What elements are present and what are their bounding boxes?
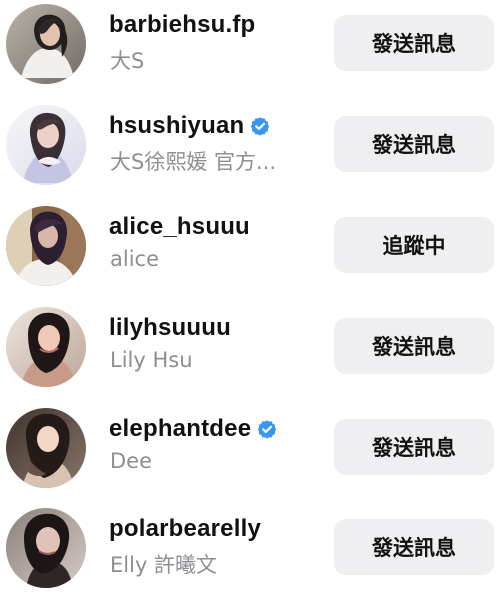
- verified-badge-icon: [250, 116, 270, 136]
- username[interactable]: elephantdee: [109, 415, 251, 443]
- avatar[interactable]: [6, 307, 86, 387]
- account-row-elephantdee[interactable]: elephantdee Dee 發送訊息: [0, 408, 500, 509]
- account-list: barbiehsu.fp 大S 發送訊息 hsushiyuan 大S徐熙媛 官方…: [0, 0, 500, 588]
- account-row-barbiehsu[interactable]: barbiehsu.fp 大S 發送訊息: [0, 4, 500, 105]
- account-row-hsushiyuan[interactable]: hsushiyuan 大S徐熙媛 官方... 發送訊息: [0, 105, 500, 206]
- username[interactable]: polarbearelly: [109, 515, 261, 543]
- send-message-button[interactable]: 發送訊息: [334, 15, 494, 71]
- username-row: hsushiyuan: [109, 109, 270, 143]
- display-name: 大S: [110, 49, 145, 73]
- avatar[interactable]: [6, 508, 86, 588]
- send-message-button[interactable]: 發送訊息: [334, 318, 494, 374]
- username[interactable]: alice_hsuuu: [109, 213, 250, 241]
- username-row: elephantdee: [109, 412, 277, 446]
- display-name: 大S徐熙媛 官方...: [110, 150, 277, 174]
- username[interactable]: lilyhsuuuu: [109, 314, 231, 342]
- display-name: alice: [110, 247, 160, 271]
- avatar[interactable]: [6, 4, 86, 84]
- display-name: Lily Hsu: [110, 348, 193, 372]
- username-row: alice_hsuuu: [109, 210, 250, 244]
- send-message-button[interactable]: 發送訊息: [334, 419, 494, 475]
- verified-badge-icon: [257, 419, 277, 439]
- account-row-lilyhsuuuu[interactable]: lilyhsuuuu Lily Hsu 發送訊息: [0, 307, 500, 408]
- avatar[interactable]: [6, 105, 86, 185]
- username[interactable]: hsushiyuan: [109, 112, 244, 140]
- send-message-button[interactable]: 發送訊息: [334, 519, 494, 575]
- send-message-button[interactable]: 發送訊息: [334, 116, 494, 172]
- account-row-alice-hsuuu[interactable]: alice_hsuuu alice 追蹤中: [0, 206, 500, 307]
- username-row: lilyhsuuuu: [109, 311, 231, 345]
- following-button[interactable]: 追蹤中: [334, 217, 494, 273]
- display-name: Elly 許曦文: [110, 553, 218, 577]
- avatar[interactable]: [6, 206, 86, 286]
- account-row-polarbearelly[interactable]: polarbearelly Elly 許曦文 發送訊息: [0, 508, 500, 609]
- username-row: barbiehsu.fp: [109, 8, 255, 42]
- username-row: polarbearelly: [109, 512, 261, 546]
- display-name: Dee: [110, 449, 153, 473]
- username[interactable]: barbiehsu.fp: [109, 11, 255, 39]
- avatar[interactable]: [6, 408, 86, 488]
